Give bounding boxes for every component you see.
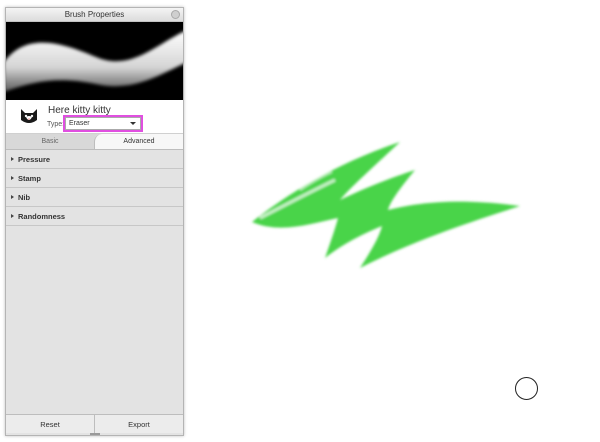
tab-bar: Basic Advanced [6, 134, 183, 150]
disclosure-triangle-icon [11, 157, 14, 161]
section-label: Randomness [18, 212, 66, 221]
close-icon[interactable] [171, 10, 180, 19]
disclosure-triangle-icon [11, 195, 14, 199]
section-randomness[interactable]: Randomness [6, 207, 183, 226]
section-nib[interactable]: Nib [6, 188, 183, 207]
type-dropdown[interactable]: Eraser [65, 117, 141, 130]
cat-face-icon [19, 106, 39, 126]
section-pressure[interactable]: Pressure [6, 150, 183, 169]
tab-basic[interactable]: Basic [6, 134, 94, 149]
export-button[interactable]: Export [94, 415, 183, 433]
disclosure-triangle-icon [11, 214, 14, 218]
type-label: Type: [47, 121, 65, 128]
section-label: Nib [18, 193, 31, 202]
brush-properties-panel: Brush Properties Here kitty kitty Type: … [5, 7, 184, 436]
disclosure-triangle-icon [11, 176, 14, 180]
section-label: Pressure [18, 155, 51, 164]
resize-grip[interactable] [90, 433, 100, 435]
reset-button[interactable]: Reset [6, 415, 94, 433]
type-dropdown-value: Eraser [69, 120, 90, 127]
brush-preview [6, 22, 183, 100]
brush-preview-stroke [6, 31, 183, 92]
brush-info: Here kitty kitty Type: Eraser [6, 100, 183, 134]
canvas-stroke [252, 142, 520, 268]
brush-name[interactable]: Here kitty kitty [48, 105, 111, 116]
section-label: Stamp [18, 174, 41, 183]
tab-advanced[interactable]: Advanced [94, 134, 183, 149]
section-stamp[interactable]: Stamp [6, 169, 183, 188]
brush-cursor-icon [515, 377, 538, 400]
panel-footer: Reset Export [6, 414, 183, 433]
panel-title: Brush Properties [64, 10, 125, 19]
chevron-down-icon [130, 122, 136, 125]
panel-titlebar[interactable]: Brush Properties [6, 8, 183, 22]
section-list: Pressure Stamp Nib Randomness [6, 150, 183, 226]
